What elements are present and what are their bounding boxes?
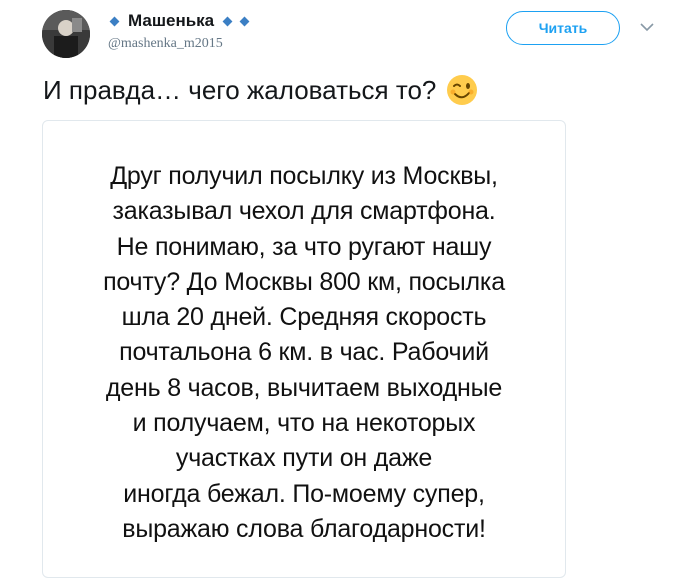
image-text-line: иногда бежал. По-моему супер, (123, 479, 485, 508)
attached-image[interactable]: Друг получил посылку из Москвы, заказыва… (42, 120, 566, 578)
diamond-icon (239, 16, 250, 26)
image-text-line: шла 20 дней. Средняя скорость (121, 303, 487, 332)
author-handle[interactable]: @mashenka_m2015 (108, 36, 223, 52)
author-name-row[interactable]: Машенька (108, 10, 251, 32)
avatar-photo (42, 10, 90, 58)
image-text-line: участках пути он даже (175, 444, 433, 473)
author-display-name[interactable]: Машенька (128, 11, 214, 31)
tweet-text: И правда… чего жаловаться то? (43, 74, 478, 106)
image-text-line: Друг получил посылку из Москвы, (110, 162, 498, 190)
image-text-line: заказывал чехол для смартфона. (112, 197, 496, 226)
image-text-line: почту? До Москвы 800 км, посылка (103, 267, 505, 296)
chevron-down-icon[interactable] (640, 22, 654, 32)
image-text-line: и получаем, что на некоторых (132, 409, 476, 438)
diamond-icon (109, 16, 120, 26)
follow-button[interactable]: Читать (506, 11, 620, 45)
winking-face-icon (447, 75, 478, 105)
image-text-line: Не понимаю, за что ругают нашу (116, 232, 492, 261)
image-text-block: Друг получил посылку из Москвы, заказыва… (43, 159, 565, 547)
image-text-line: выражаю слова благодарности! (122, 514, 486, 543)
avatar[interactable] (42, 10, 90, 58)
diamond-icon (222, 16, 233, 26)
image-text-line: почтальона 6 км. в час. Рабочий (119, 338, 489, 367)
image-text-line: день 8 часов, вычитаем выходные (105, 373, 503, 402)
tweet-text-content: И правда… чего жаловаться то? (43, 74, 437, 105)
